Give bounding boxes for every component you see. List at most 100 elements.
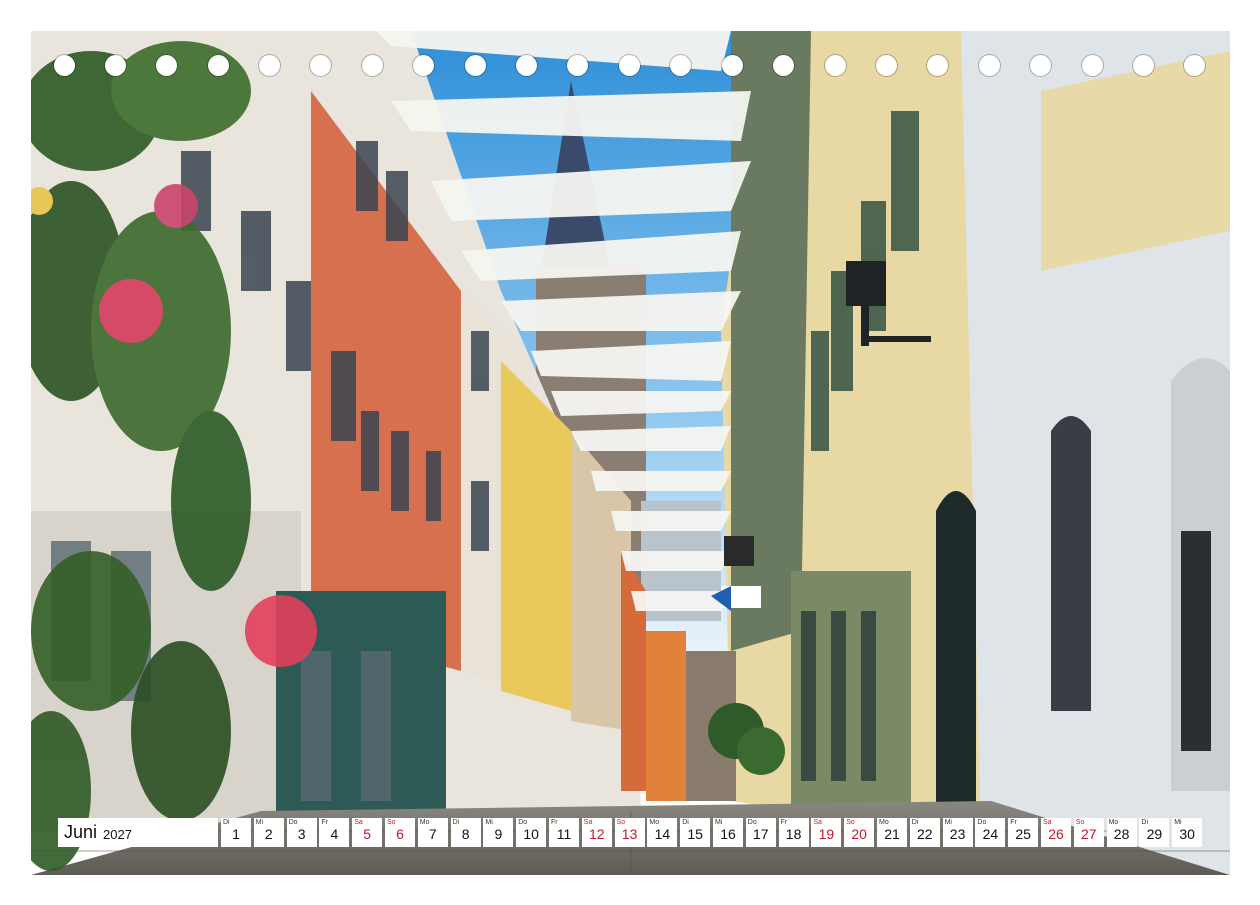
binding-hole <box>619 55 640 76</box>
weekday-abbrev: Di <box>223 819 230 826</box>
calendar-page: Juni 2027 Di 1 Mi 2 Do 3 Fr 4 Sa 5 So 6 Mo 7 Di 8 Mi 9 Do 1… <box>0 0 1260 905</box>
day-number: 24 <box>982 826 999 842</box>
day-number: 19 <box>818 826 835 842</box>
day-cell: Mo 28 <box>1106 818 1137 847</box>
day-number: 29 <box>1146 826 1163 842</box>
weekday-abbrev: Di <box>682 819 689 826</box>
hanging-sign <box>724 536 754 566</box>
day-cell: Do 24 <box>975 818 1006 847</box>
calendar-bar: Juni 2027 Di 1 Mi 2 Do 3 Fr 4 Sa 5 So 6 Mo 7 Di 8 Mi 9 Do 1… <box>58 818 1204 848</box>
day-number: 6 <box>396 826 404 842</box>
weekday-abbrev: Mi <box>255 819 264 826</box>
binding-hole <box>773 55 794 76</box>
day-number: 27 <box>1081 826 1097 842</box>
day-number: 22 <box>917 826 933 842</box>
weekday-abbrev: Di <box>911 819 919 826</box>
binding-hole <box>1082 55 1103 76</box>
weekday-abbrev: Mo <box>879 819 889 826</box>
day-number: 10 <box>523 826 539 842</box>
day-cell: Fr 18 <box>778 818 809 847</box>
month-name: Juni <box>64 822 98 842</box>
weekday-abbrev: Do <box>747 819 757 826</box>
day-cell: Mo 7 <box>417 818 448 847</box>
weekday-abbrev: Sa <box>354 819 363 826</box>
day-cell: Sa 26 <box>1041 818 1071 847</box>
binding-hole <box>208 55 229 76</box>
day-number: 4 <box>330 826 339 842</box>
weekday-abbrev: Fr <box>780 819 788 826</box>
binding-hole <box>1030 55 1051 76</box>
weekday-abbrev: Do <box>288 819 298 826</box>
weekday-abbrev: Di <box>452 819 460 826</box>
binding-holes <box>0 55 1260 79</box>
day-cell: Di 15 <box>680 818 711 847</box>
day-cell: Mi 2 <box>253 818 284 847</box>
day-number: 13 <box>621 826 638 842</box>
day-cell: Sa 12 <box>581 818 612 847</box>
binding-hole <box>156 55 177 76</box>
binding-hole <box>259 55 280 76</box>
day-cell: Mo 14 <box>647 818 678 847</box>
binding-hole <box>465 55 486 76</box>
day-number: 17 <box>753 826 769 842</box>
day-cell: So 13 <box>614 818 645 847</box>
day-cell: Sa 5 <box>352 818 383 847</box>
street-photo <box>31 31 1230 875</box>
weekday-abbrev: So <box>1075 819 1085 826</box>
weekday-abbrev: Mo <box>649 819 660 826</box>
weekday-abbrev: So <box>616 819 626 826</box>
day-number: 21 <box>884 826 900 842</box>
binding-hole <box>516 55 537 76</box>
weekday-abbrev: Sa <box>813 819 822 826</box>
day-cell: So 20 <box>844 818 875 847</box>
day-cell: Di 29 <box>1139 818 1170 847</box>
day-number: 26 <box>1048 826 1064 842</box>
day-cell: Di 22 <box>909 818 940 847</box>
day-cell: Mi 30 <box>1172 818 1203 847</box>
day-cell: Mi 23 <box>942 818 973 847</box>
binding-hole <box>105 55 126 76</box>
day-cell: So 27 <box>1073 818 1104 847</box>
weekday-abbrev: Do <box>977 819 987 826</box>
weekday-abbrev: Fr <box>1010 819 1017 826</box>
weekday-abbrev: So <box>387 819 396 826</box>
binding-hole <box>670 55 691 76</box>
day-cell: Do 17 <box>745 818 776 847</box>
weekday-abbrev: Sa <box>583 819 593 826</box>
weekday-abbrev: Di <box>1141 819 1149 826</box>
day-number: 11 <box>556 826 572 842</box>
day-cell: Di 8 <box>450 818 481 847</box>
binding-hole <box>825 55 846 76</box>
binding-hole <box>1184 55 1205 76</box>
binding-hole <box>54 55 75 76</box>
month-label: Juni 2027 <box>58 818 218 847</box>
day-cell: Mi 9 <box>483 818 514 847</box>
binding-hole <box>310 55 331 76</box>
day-cell: Mo 21 <box>877 818 907 847</box>
day-number: 1 <box>232 826 240 842</box>
day-cell: Di 1 <box>221 818 251 847</box>
day-cell: Do 10 <box>516 818 547 847</box>
day-cell: Fr 25 <box>1008 818 1039 847</box>
binding-hole <box>1133 55 1154 76</box>
day-cell: Do 3 <box>286 818 317 847</box>
day-number: 30 <box>1179 826 1195 842</box>
day-number: 9 <box>494 826 503 842</box>
binding-hole <box>927 55 948 76</box>
day-number: 25 <box>1015 826 1031 842</box>
weekday-abbrev: Fr <box>321 819 328 826</box>
weekday-abbrev: Mo <box>419 819 430 826</box>
day-cell: Sa 19 <box>811 818 842 847</box>
day-number: 23 <box>949 826 966 842</box>
weekday-abbrev: Mi <box>485 819 493 826</box>
binding-hole <box>876 55 897 76</box>
day-cell: Mi 16 <box>713 818 743 847</box>
day-number: 18 <box>785 826 802 842</box>
binding-hole <box>979 55 1000 76</box>
day-number: 3 <box>297 826 306 842</box>
day-number: 14 <box>654 826 671 842</box>
binding-hole <box>567 55 588 76</box>
binding-hole <box>722 55 743 76</box>
day-number: 28 <box>1113 826 1130 842</box>
day-number: 12 <box>589 826 605 842</box>
